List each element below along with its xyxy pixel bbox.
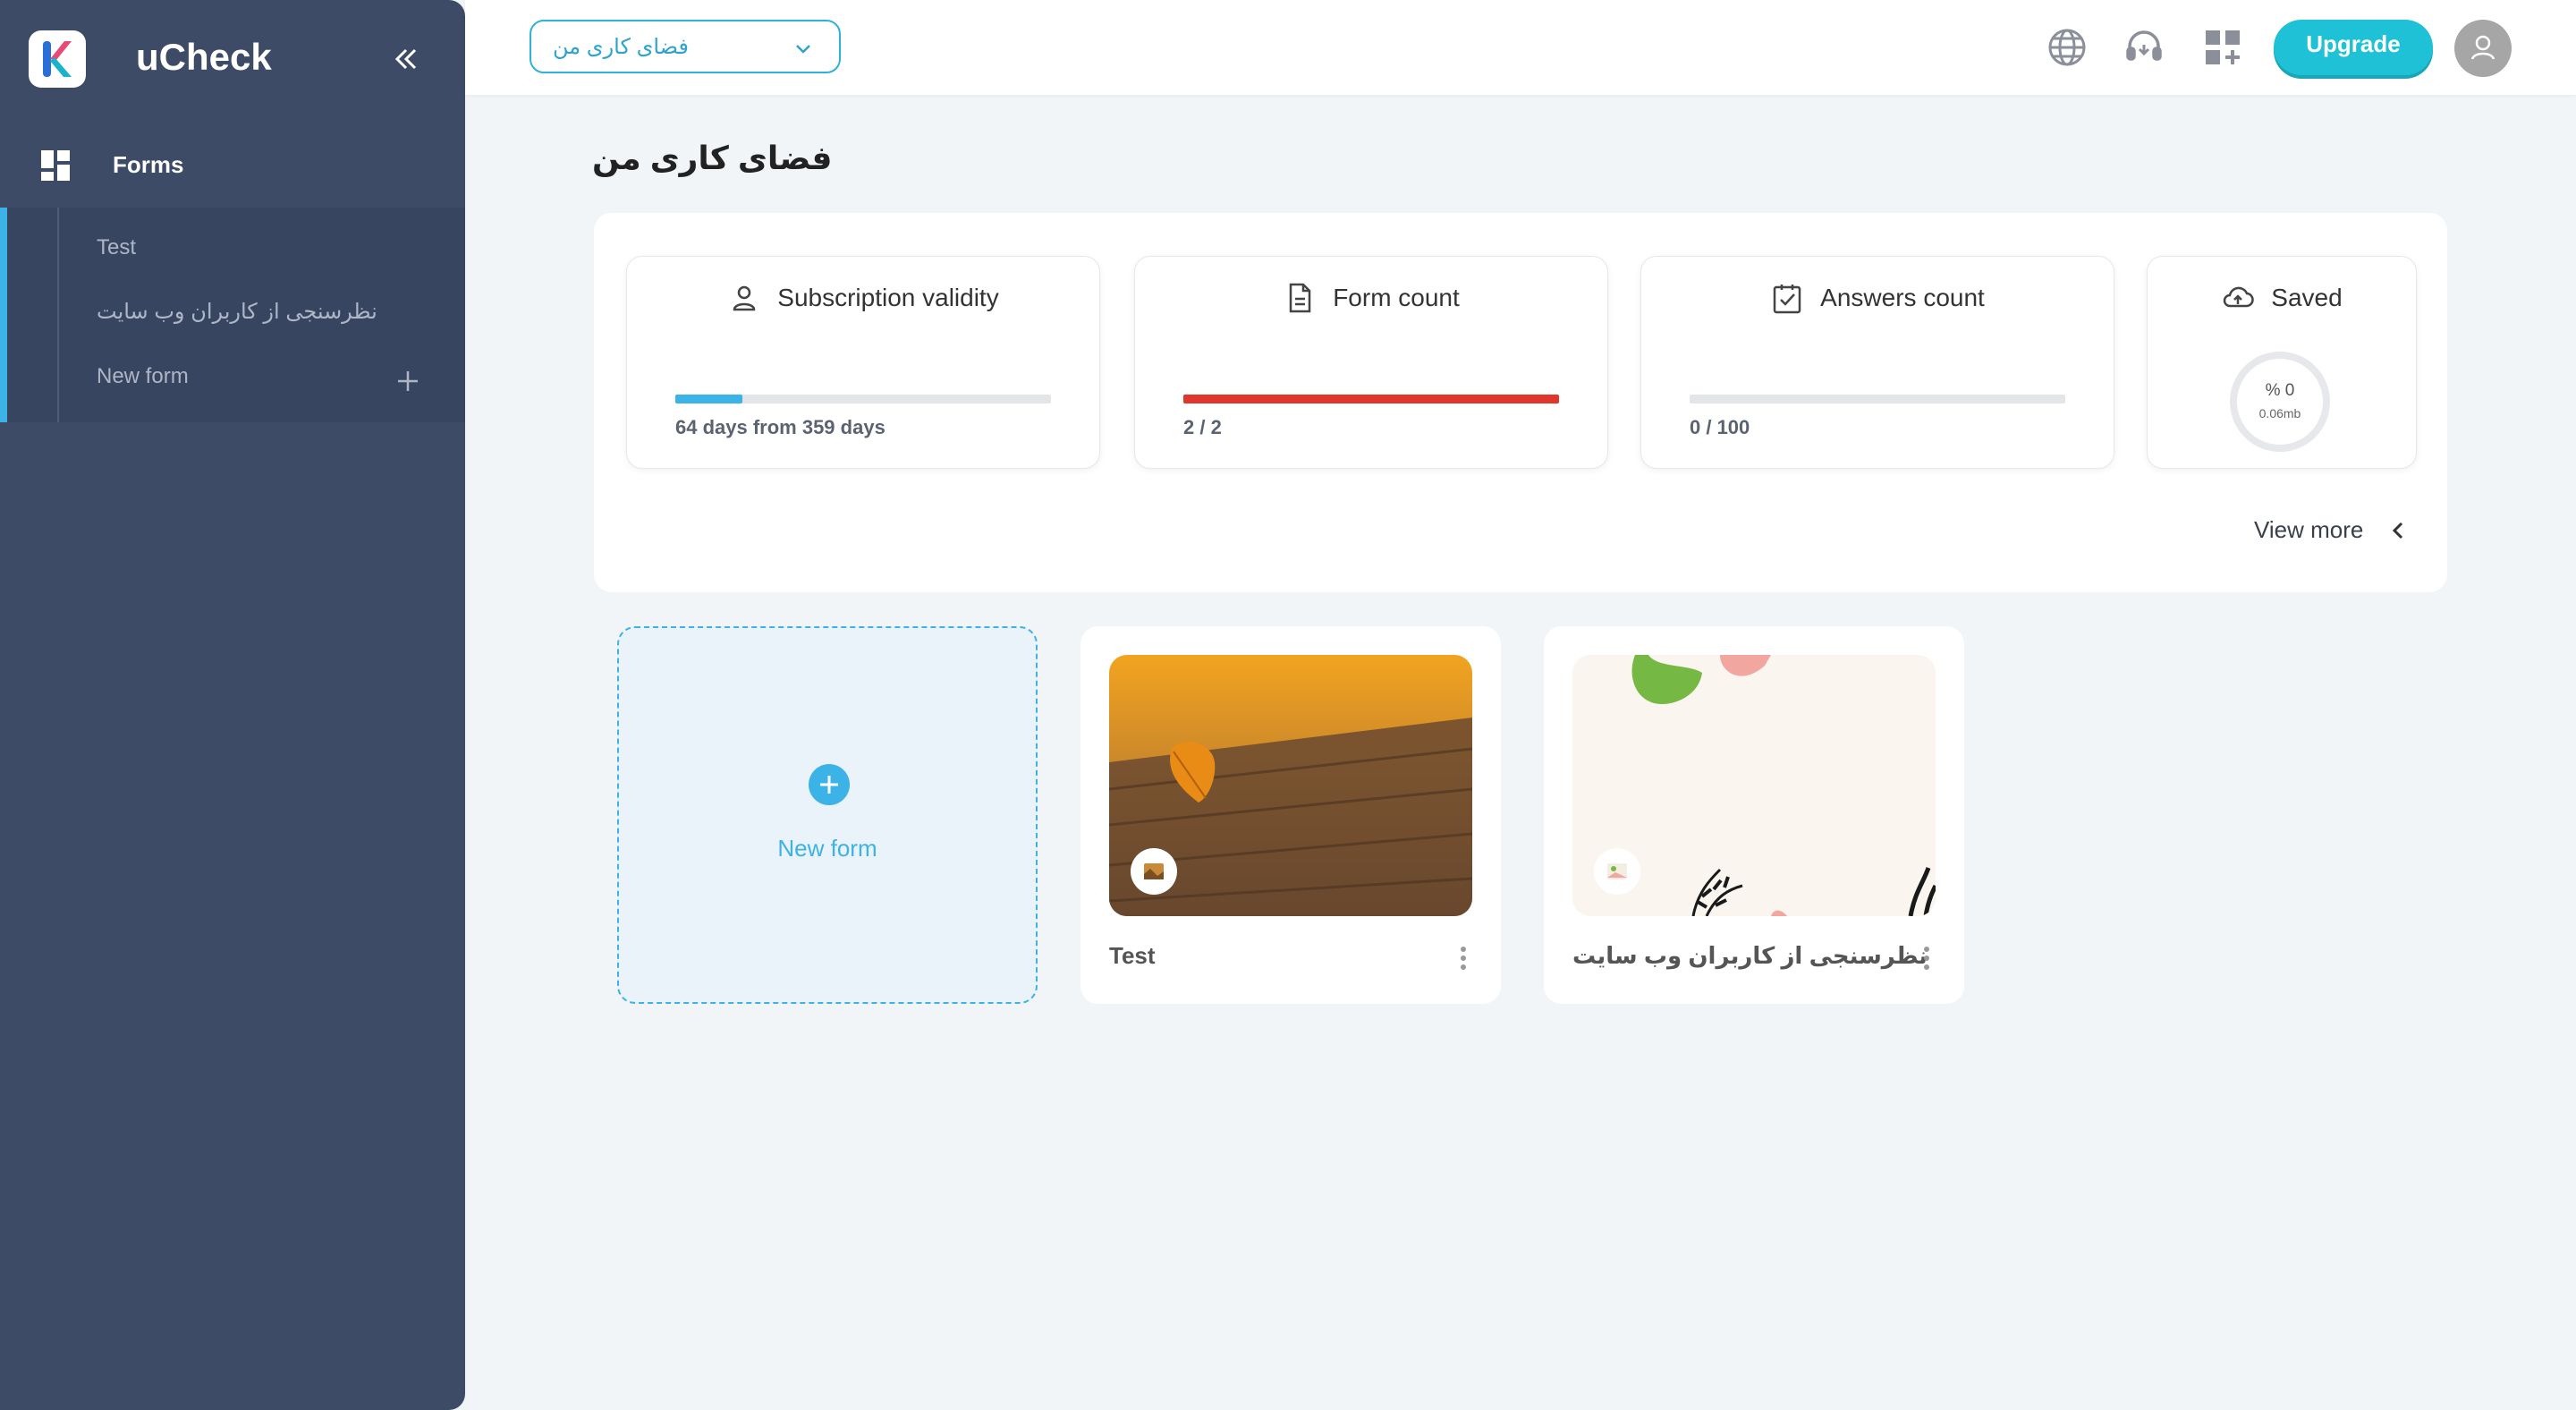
sidebar-item-forms[interactable]: Forms [0, 134, 465, 206]
chevron-down-icon [792, 38, 814, 59]
answers-count-progress-bar [1690, 395, 2065, 403]
dashboard-grid-icon [41, 150, 72, 181]
workspace-select-value: فضای کاری من [553, 35, 689, 59]
app-name: uCheck [136, 36, 272, 78]
form-name: نظرسنجی از کاربران وب سایت [1572, 942, 1928, 969]
form-thumbnail-plants [1572, 655, 1936, 916]
subscription-title: Subscription validity [777, 284, 999, 311]
more-options-icon[interactable] [1458, 945, 1469, 972]
sidebar-subitem-test[interactable]: Test [97, 233, 136, 263]
saved-title: Saved [2271, 284, 2343, 311]
storage-percent: % 0 [2265, 381, 2295, 400]
forms-submenu: Test نظرسنجی از کاربران وب سایت New form [0, 208, 465, 422]
new-form-label: New form [777, 835, 877, 862]
sidebar-item-label: Forms [113, 151, 184, 178]
form-count-text: 2 / 2 [1183, 416, 1222, 438]
submenu-divider [57, 208, 59, 422]
upgrade-button[interactable]: Upgrade [2274, 20, 2433, 75]
form-card[interactable]: Test [1080, 626, 1501, 1004]
form-count-card: Form count 2 / 2 [1134, 256, 1608, 469]
active-indicator [0, 208, 7, 422]
clipboard-check-icon [1773, 285, 1801, 314]
globe-icon[interactable] [2046, 27, 2088, 68]
top-bar: فضای کاری من Upgrade [465, 0, 2576, 95]
subscription-progress-bar [675, 395, 1051, 403]
document-icon [1289, 283, 1311, 313]
user-icon [733, 285, 756, 311]
collapse-sidebar-icon[interactable] [386, 39, 426, 79]
subscription-text: 64 days from 359 days [675, 416, 886, 438]
add-icon[interactable] [394, 367, 422, 395]
image-badge-icon [1131, 848, 1177, 895]
apps-add-icon[interactable] [2202, 27, 2243, 68]
sidebar-subitem-survey[interactable]: نظرسنجی از کاربران وب سایت [97, 297, 377, 327]
stats-panel: Subscription validity 64 days from 359 d… [594, 213, 2447, 592]
answers-count-card: Answers count 0 / 100 [1640, 256, 2114, 469]
form-name: Test [1109, 942, 1156, 969]
subscription-progress-fill [675, 395, 742, 403]
plus-circle-icon [809, 764, 850, 805]
support-headset-icon[interactable] [2123, 27, 2165, 68]
view-more-link[interactable]: View more [2254, 514, 2363, 546]
answers-count-text: 0 / 100 [1690, 416, 1750, 438]
subscription-card: Subscription validity 64 days from 359 d… [626, 256, 1100, 469]
form-thumbnail-leaf [1109, 655, 1472, 916]
new-form-card[interactable]: New form [617, 626, 1038, 1004]
cloud-upload-icon [2224, 286, 2255, 308]
form-count-title: Form count [1333, 284, 1460, 311]
app-logo[interactable] [29, 30, 86, 88]
user-avatar[interactable] [2454, 20, 2512, 77]
sidebar-subitem-new-form[interactable]: New form [97, 361, 189, 392]
image-badge-icon [1594, 848, 1640, 895]
form-count-progress-fill [1183, 395, 1559, 403]
answers-count-title: Answers count [1820, 284, 1985, 311]
chevron-left-icon[interactable] [2386, 519, 2410, 542]
storage-size: 0.06mb [2258, 406, 2301, 420]
form-count-progress-bar [1183, 395, 1559, 403]
workspace-select[interactable]: فضای کاری من [530, 20, 841, 73]
saved-card: Saved % 0 0.06mb [2147, 256, 2417, 469]
storage-usage-ring: % 0 0.06mb [2230, 352, 2330, 452]
form-card[interactable]: نظرسنجی از کاربران وب سایت [1544, 626, 1964, 1004]
more-options-icon[interactable] [1921, 945, 1932, 972]
page-title: فضای کاری من [592, 140, 833, 176]
sidebar: uCheck Forms Test نظرسنجی از کاربران وب … [0, 0, 465, 1410]
